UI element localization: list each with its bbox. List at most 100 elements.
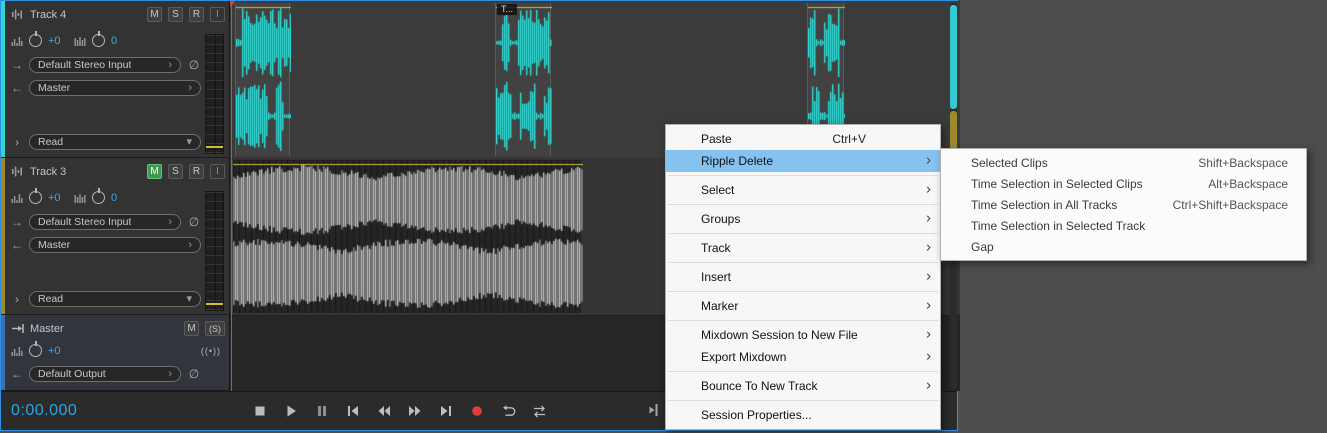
volume-value[interactable]: +0: [48, 35, 68, 47]
pause-button[interactable]: [313, 402, 331, 420]
volume-knob[interactable]: [29, 34, 42, 47]
level-meter: [205, 34, 224, 154]
submenu-arrow-icon: ›: [926, 209, 931, 227]
pan-knob[interactable]: [92, 191, 105, 204]
track-color-stripe: [1, 158, 5, 314]
output-select[interactable]: Master ›: [29, 236, 201, 253]
scrollbar-thumb[interactable]: [950, 5, 957, 109]
phase-icon[interactable]: ∅: [187, 367, 201, 381]
audio-clip[interactable]: T...: [495, 3, 552, 156]
track-header-track-3[interactable]: Track 3 M S R I +0 0 → Default Stereo In…: [1, 158, 229, 315]
menu-separator: [668, 175, 938, 176]
menu-item-select[interactable]: Select ›: [666, 179, 940, 201]
chevron-down-icon: ▾: [186, 293, 192, 305]
volume-value[interactable]: +0: [48, 192, 68, 204]
master-track-header[interactable]: Master M (S) +0 ((•)) ← Default Output ›…: [1, 315, 229, 391]
pan-value[interactable]: 0: [111, 35, 131, 47]
menu-item-track[interactable]: Track ›: [666, 237, 940, 259]
phase-icon[interactable]: ∅: [187, 58, 201, 72]
playhead[interactable]: [230, 1, 235, 391]
chevron-right-icon: ›: [188, 81, 192, 94]
chevron-right-icon: ›: [168, 58, 172, 71]
record-button[interactable]: [468, 402, 486, 420]
volume-value[interactable]: +0: [48, 345, 68, 357]
menu-item-shortcut: Alt+Backspace: [1208, 176, 1288, 191]
track-name[interactable]: Track 3: [30, 166, 66, 178]
master-bus-icon: [12, 324, 24, 333]
track-name[interactable]: Master: [30, 323, 64, 335]
audio-clip[interactable]: [235, 3, 291, 156]
solo-button[interactable]: S: [168, 7, 183, 22]
menu-separator: [668, 291, 938, 292]
automation-mode-select[interactable]: Read ▾: [29, 290, 201, 307]
output-select[interactable]: Default Output ›: [29, 365, 181, 382]
loop-playback-button[interactable]: [499, 402, 517, 420]
input-select[interactable]: Default Stereo Input ›: [29, 213, 181, 230]
menu-item-label: Bounce To New Track: [701, 379, 818, 393]
rewind-button[interactable]: [375, 402, 393, 420]
menu-item-export-mixdown[interactable]: Export Mixdown ›: [666, 346, 940, 368]
play-button[interactable]: [282, 402, 300, 420]
mute-button[interactable]: M: [184, 321, 199, 336]
submenu-arrow-icon: ›: [926, 238, 931, 256]
volume-bars-icon: [11, 346, 23, 356]
menu-item-groups[interactable]: Groups ›: [666, 208, 940, 230]
audio-clip[interactable]: [232, 160, 583, 313]
desktop: Track 4 M S R I +0 0 → Default Stereo In…: [0, 0, 1327, 433]
submenu-arrow-icon: ›: [926, 347, 931, 365]
output-arrow-icon: ←: [11, 80, 23, 95]
solo-safe-button[interactable]: (S): [205, 321, 225, 336]
move-to-in-point-icon[interactable]: [647, 403, 661, 422]
automation-mode-select[interactable]: Read ▾: [29, 133, 201, 150]
record-arm-button[interactable]: R: [189, 7, 204, 22]
time-display[interactable]: 0:00.000: [1, 402, 229, 420]
ripple-delete-submenu: Selected Clips Shift+Backspace Time Sele…: [940, 148, 1307, 261]
submenu-item-time-selection-in-selected-clips[interactable]: Time Selection in Selected Clips Alt+Bac…: [941, 173, 1306, 194]
submenu-item-gap[interactable]: Gap: [941, 236, 1306, 257]
menu-item-bounce-to-new-track[interactable]: Bounce To New Track ›: [666, 375, 940, 397]
pan-knob[interactable]: [92, 34, 105, 47]
go-to-end-button[interactable]: [437, 402, 455, 420]
input-monitor-button[interactable]: I: [210, 7, 225, 22]
submenu-item-time-selection-in-all-tracks[interactable]: Time Selection in All Tracks Ctrl+Shift+…: [941, 194, 1306, 215]
input-select-value: Default Stereo Input: [38, 215, 132, 228]
context-menu: Paste Ctrl+V Ripple Delete › Select › Gr…: [665, 124, 941, 430]
menu-item-ripple-delete[interactable]: Ripple Delete ›: [666, 150, 940, 172]
menu-item-mixdown-session-to-new-file[interactable]: Mixdown Session to New File ›: [666, 324, 940, 346]
submenu-item-time-selection-in-selected-track[interactable]: Time Selection in Selected Track: [941, 215, 1306, 236]
track-header-track-4[interactable]: Track 4 M S R I +0 0 → Default Stereo In…: [1, 1, 229, 158]
menu-item-session-properties[interactable]: Session Properties...: [666, 404, 940, 426]
menu-item-shortcut: Ctrl+V: [832, 132, 866, 146]
input-monitor-button[interactable]: I: [210, 164, 225, 179]
track-name[interactable]: Track 4: [30, 9, 66, 21]
waveform-canvas: [496, 3, 552, 156]
menu-separator: [668, 371, 938, 372]
input-select[interactable]: Default Stereo Input ›: [29, 56, 181, 73]
phase-icon[interactable]: ∅: [187, 215, 201, 229]
pan-value[interactable]: 0: [111, 192, 131, 204]
volume-knob[interactable]: [29, 191, 42, 204]
volume-knob[interactable]: [29, 344, 42, 357]
output-select-value: Master: [38, 238, 71, 251]
solo-button[interactable]: S: [168, 164, 183, 179]
submenu-item-selected-clips[interactable]: Selected Clips Shift+Backspace: [941, 152, 1306, 173]
menu-item-paste[interactable]: Paste Ctrl+V: [666, 128, 940, 150]
audio-track-icon: [12, 9, 22, 20]
stop-button[interactable]: [251, 402, 269, 420]
menu-separator: [668, 204, 938, 205]
fast-forward-button[interactable]: [406, 402, 424, 420]
pan-bars-icon: [74, 36, 86, 46]
track-color-stripe: [1, 315, 5, 390]
input-select-value: Default Stereo Input: [38, 58, 132, 71]
record-arm-button[interactable]: R: [189, 164, 204, 179]
waveform-canvas: [236, 3, 291, 156]
menu-item-insert[interactable]: Insert ›: [666, 266, 940, 288]
go-to-start-button[interactable]: [344, 402, 362, 420]
expand-chevron-icon[interactable]: ›: [11, 292, 23, 306]
mute-button[interactable]: M: [147, 7, 162, 22]
mute-button[interactable]: M: [147, 164, 162, 179]
menu-item-marker[interactable]: Marker ›: [666, 295, 940, 317]
expand-chevron-icon[interactable]: ›: [11, 135, 23, 149]
output-select[interactable]: Master ›: [29, 79, 201, 96]
skip-selection-button[interactable]: [530, 402, 548, 420]
